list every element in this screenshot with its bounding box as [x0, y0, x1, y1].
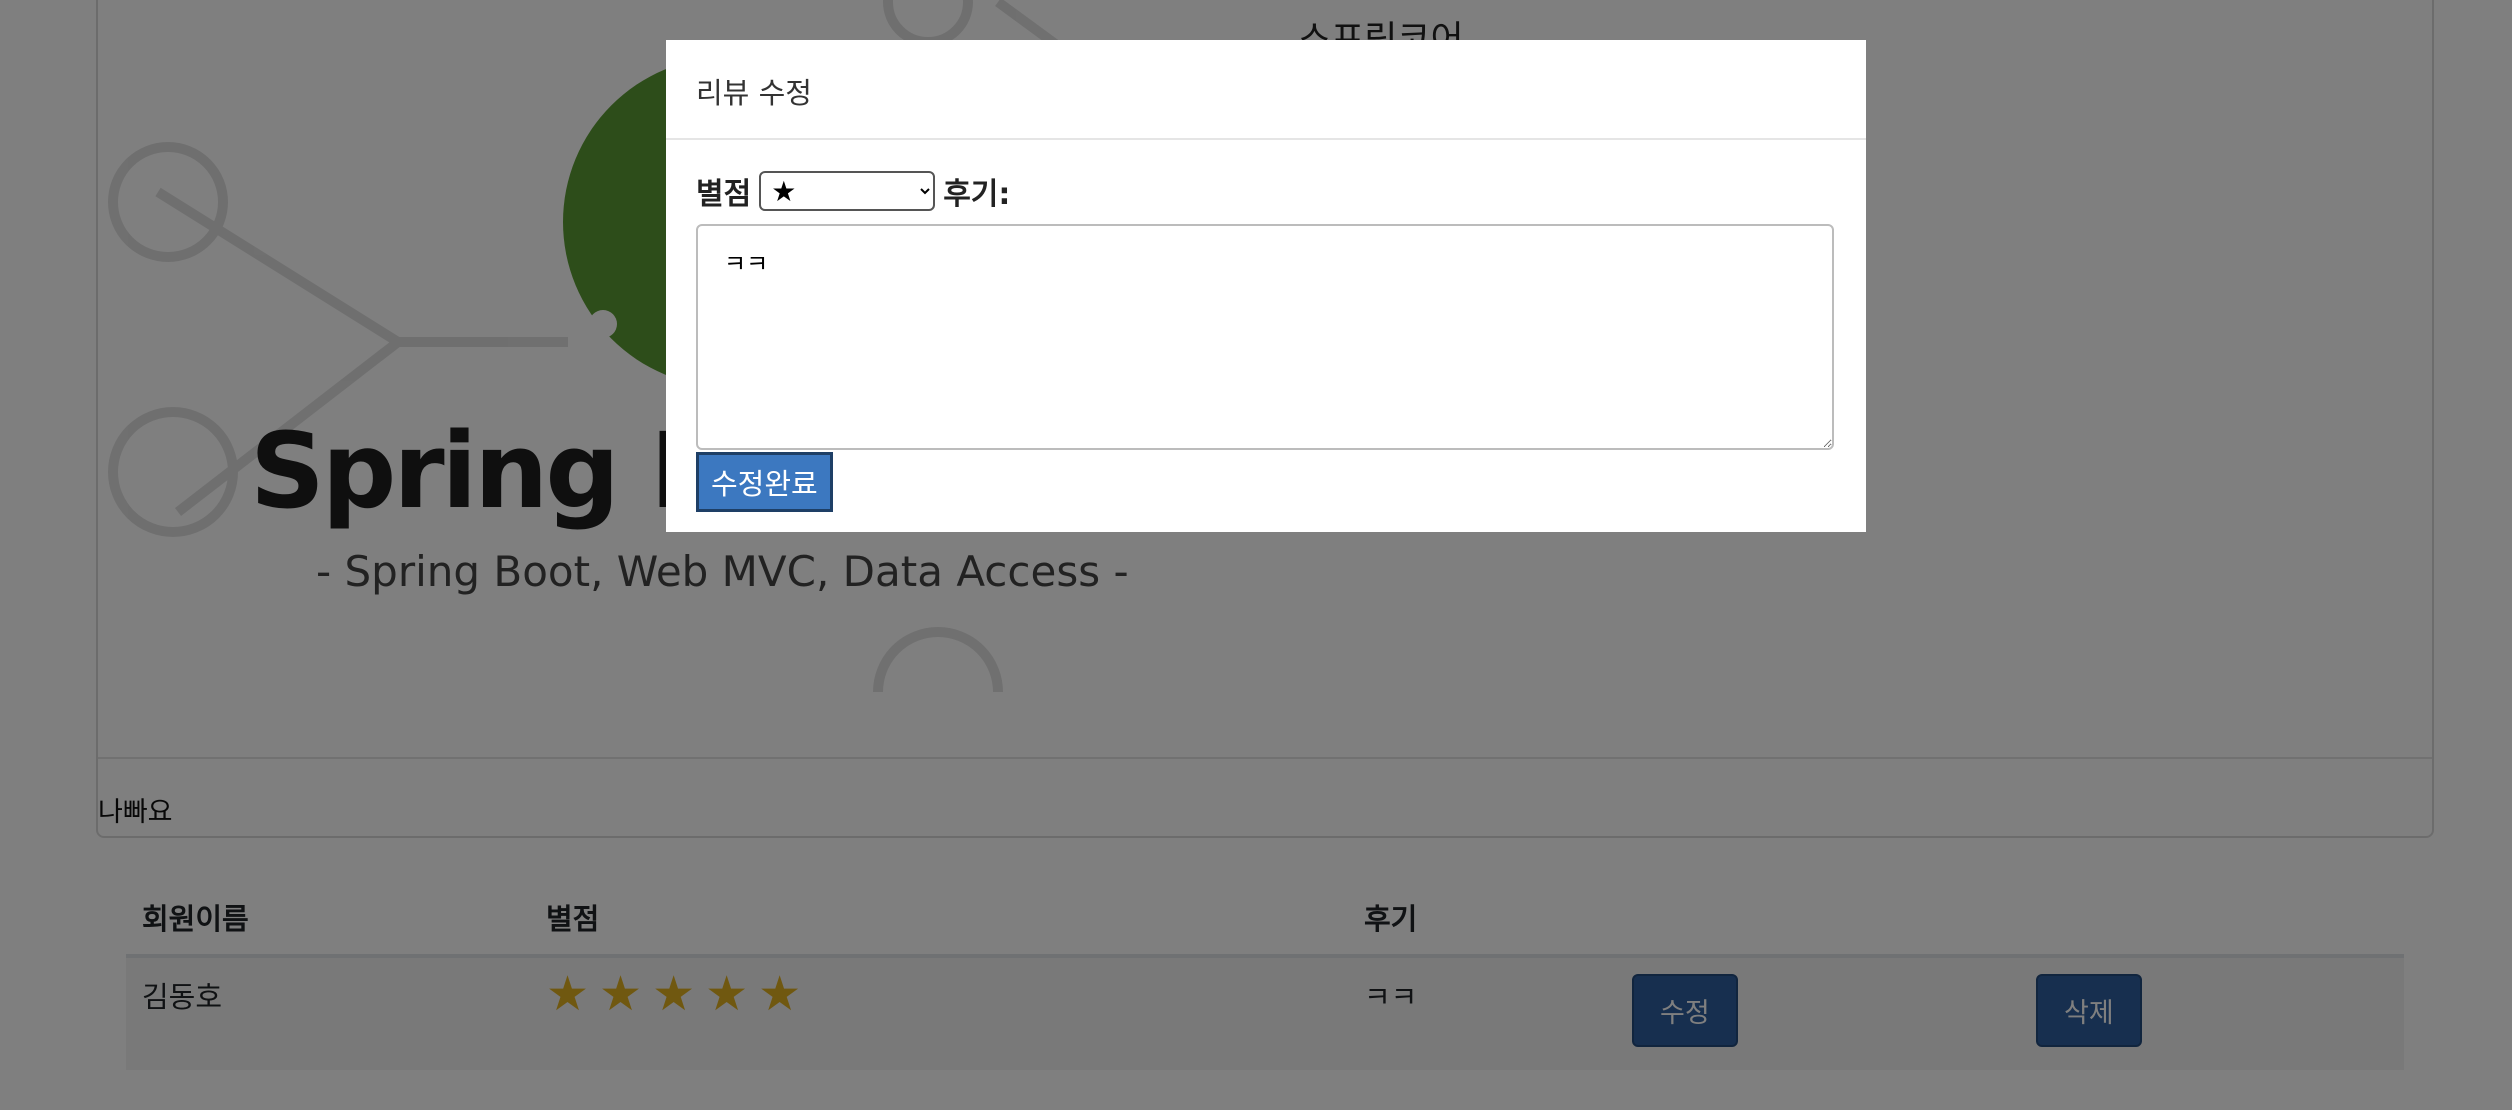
modal-title: 리뷰 수정 [696, 76, 812, 110]
submit-edit-button[interactable]: 수정완료 [696, 452, 833, 512]
rating-label: 별점 [696, 177, 752, 212]
modal-header: 리뷰 수정 [666, 40, 1866, 140]
edit-review-modal: 리뷰 수정 별점 ★ 후기: ㅋㅋ 수정완료 [666, 40, 1866, 532]
modal-body: 별점 ★ 후기: ㅋㅋ 수정완료 [666, 140, 1866, 542]
review-label: 후기: [943, 177, 1011, 212]
review-textarea[interactable]: ㅋㅋ [696, 224, 1834, 450]
rating-row: 별점 ★ 후기: [696, 170, 1836, 212]
rating-select[interactable]: ★ [759, 171, 936, 211]
page: 스프링코어 Spring Int - Spring Boot [0, 0, 2512, 1110]
